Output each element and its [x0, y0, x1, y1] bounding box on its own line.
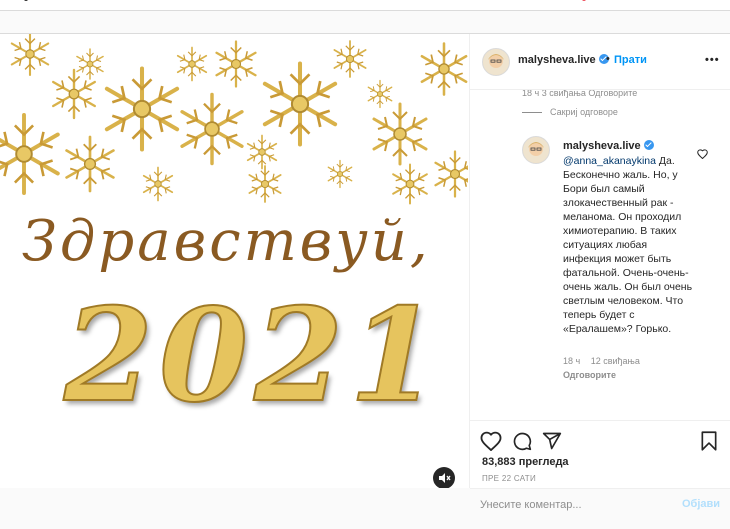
avatar[interactable]	[482, 48, 510, 76]
bookmark-icon[interactable]	[700, 431, 718, 456]
reply-button[interactable]: Одговорите	[563, 370, 616, 380]
verified-badge-icon	[643, 140, 654, 150]
comment-icon[interactable]	[512, 431, 532, 456]
comment-likes[interactable]: 12 свиђања	[591, 356, 640, 366]
share-icon[interactable]	[542, 431, 562, 456]
reply-meta: 18 ч 12 свиђања	[563, 356, 648, 366]
audio-muted-icon[interactable]	[433, 467, 455, 488]
views-count[interactable]: 83,883 прегледа	[482, 456, 569, 468]
post-comment-button[interactable]: Објави	[682, 498, 720, 510]
reply-username-row[interactable]: malysheva.live	[563, 140, 654, 152]
username[interactable]: malysheva.live	[518, 54, 596, 66]
divider-line	[522, 112, 542, 114]
comment-meta: 18 ч 3 свиђања Одговорите	[522, 90, 638, 98]
comment-box: Објави	[470, 488, 730, 529]
year-text: 2021	[63, 281, 445, 431]
hide-replies-label: Сакриј одговоре	[550, 107, 618, 117]
comment-body: Да. Бесконечно жаль. Но, у Бори был самы…	[563, 155, 693, 335]
comments-list[interactable]: 18 ч 3 свиђања Одговорите Сакриј одговор…	[470, 90, 730, 420]
header-username-row[interactable]: malysheva.live	[518, 54, 609, 66]
greeting-text: Здравствуй,	[22, 209, 431, 274]
post-header: malysheva.live • Прати •••	[470, 34, 730, 90]
comment-input[interactable]	[480, 497, 670, 513]
hide-replies-button[interactable]: Сакриј одговоре	[522, 107, 618, 117]
post-dialog: Здравствуй, 2021 malysheva.live • Прати …	[0, 33, 730, 513]
post-date[interactable]: ПРЕ 22 САТИ	[482, 474, 536, 483]
mention-link[interactable]: @anna_akanaykina	[563, 155, 656, 167]
avatar[interactable]	[522, 136, 550, 164]
more-options-icon[interactable]: •••	[705, 54, 720, 66]
post-actions: 83,883 прегледа ПРЕ 22 САТИ	[470, 420, 730, 489]
post-image[interactable]: Здравствуй, 2021	[0, 34, 468, 488]
username[interactable]: malysheva.live	[563, 140, 641, 152]
follow-button[interactable]: Прати	[614, 54, 647, 66]
top-nav-bar	[0, 0, 730, 11]
separator-dot: •	[606, 53, 610, 65]
notification-dot-icon	[582, 0, 586, 1]
nav-icon[interactable]	[24, 0, 28, 1]
post-sidebar: malysheva.live • Прати ••• 18 ч 3 свиђањ…	[469, 34, 730, 513]
like-comment-heart-icon[interactable]	[697, 146, 708, 164]
heart-icon[interactable]	[480, 431, 502, 456]
comment-time: 18 ч	[563, 356, 581, 366]
comment-text: @anna_akanaykina Да. Бесконечно жаль. Но…	[563, 154, 698, 336]
